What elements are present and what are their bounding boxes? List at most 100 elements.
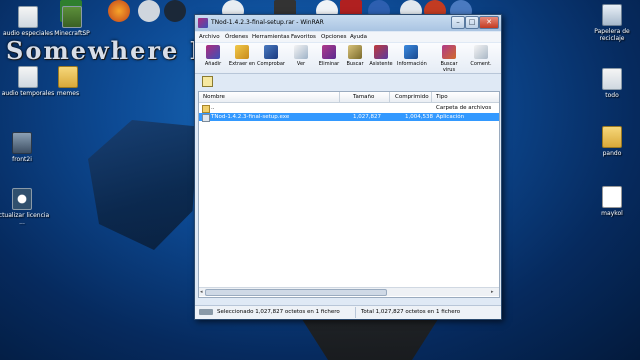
folder-icon xyxy=(202,105,210,113)
menu-archivo[interactable]: Archivo xyxy=(199,34,220,40)
menu-favoritos[interactable]: Favoritos xyxy=(291,34,316,40)
find-button[interactable]: Buscar xyxy=(341,45,369,67)
comment-icon xyxy=(474,45,488,59)
app-icon[interactable] xyxy=(138,0,160,22)
column-name[interactable]: Nombre xyxy=(203,94,225,100)
menu-herramientas[interactable]: Herramientas xyxy=(252,34,289,40)
tool-label: Información xyxy=(397,61,427,67)
delete-button[interactable]: Eliminar xyxy=(315,45,343,67)
desktop-icon-label: pando xyxy=(602,150,622,157)
tool-label: Coment. xyxy=(470,61,492,67)
extract-icon xyxy=(235,45,249,59)
menu-bar: Archivo Órdenes Herramientas Favoritos O… xyxy=(195,32,501,42)
desktop-icon-pando[interactable]: pando xyxy=(584,126,640,157)
tool-label: Eliminar xyxy=(318,61,340,67)
row-type: Aplicación xyxy=(436,114,465,120)
desktop-icon-minecraftsp[interactable]: MinecraftSP xyxy=(44,6,100,37)
find-icon xyxy=(348,45,362,59)
steam-icon[interactable] xyxy=(164,0,186,22)
row-type: Carpeta de archivos xyxy=(436,105,492,111)
title-bar[interactable]: TNod-1.4.2.3-final-setup.rar - WinRAR – … xyxy=(195,15,501,31)
column-separator[interactable] xyxy=(339,92,340,102)
wizard-button[interactable]: Asistente xyxy=(367,45,395,67)
menu-ordenes[interactable]: Órdenes xyxy=(225,34,248,40)
horizontal-scrollbar[interactable]: ◂ ▸ xyxy=(199,287,499,296)
exe-file-icon xyxy=(202,114,210,122)
desktop-icon-label: Actualizar licencia ... xyxy=(0,212,50,226)
desktop-icon-actualizar-licencia[interactable]: Actualizar licencia ... xyxy=(0,188,50,226)
column-type[interactable]: Tipo xyxy=(436,94,448,100)
row-size: 1,027,827 xyxy=(353,114,381,120)
scroll-left-icon[interactable]: ◂ xyxy=(200,289,203,295)
test-button[interactable]: Comprobar xyxy=(257,45,285,67)
computer-icon xyxy=(12,132,32,154)
column-size[interactable]: Tamaño xyxy=(353,94,374,100)
row-name: TNod-1.4.2.3-final-setup.exe xyxy=(211,114,290,120)
table-row[interactable]: .. Carpeta de archivos xyxy=(199,104,499,113)
column-separator[interactable] xyxy=(389,92,390,102)
extract-button[interactable]: Extraer en xyxy=(228,45,256,67)
table-row-selected[interactable]: TNod-1.4.2.3-final-setup.exe 1,027,827 1… xyxy=(199,113,499,122)
status-bar: Seleccionado 1,027,827 octetos en 1 fich… xyxy=(195,305,501,319)
view-icon xyxy=(294,45,308,59)
desktop-icon-maykol[interactable]: maykol xyxy=(584,186,640,217)
file-icon xyxy=(602,186,622,208)
menu-opciones[interactable]: Opciones xyxy=(321,34,346,40)
tool-label: Buscar virus xyxy=(440,61,458,73)
wizard-icon xyxy=(374,45,388,59)
desktop-icon-label: MinecraftSP xyxy=(54,30,90,37)
test-icon xyxy=(264,45,278,59)
minecraft-icon xyxy=(62,6,82,28)
status-total: Total 1,027,827 octetos en 1 fichero xyxy=(361,309,461,315)
add-button[interactable]: Añadir xyxy=(199,45,227,67)
tool-label: Ver xyxy=(296,61,306,67)
column-separator[interactable] xyxy=(431,92,432,102)
column-packed[interactable]: Comprimido xyxy=(395,94,429,100)
winrar-window: TNod-1.4.2.3-final-setup.rar - WinRAR – … xyxy=(194,14,502,320)
desktop-icon-todo[interactable]: todo xyxy=(584,68,640,99)
desktop-icon-label: front2i xyxy=(12,156,32,163)
desktop-icon-label: maykol xyxy=(601,210,623,217)
scroll-thumb[interactable] xyxy=(205,289,387,296)
file-icon xyxy=(602,68,622,90)
desktop-icon-recycle-bin[interactable]: Papelera de reciclaje xyxy=(584,4,640,42)
delete-icon xyxy=(322,45,336,59)
tool-label: Añadir xyxy=(204,61,222,67)
maximize-button[interactable]: □ xyxy=(465,16,479,29)
comment-button[interactable]: Coment. xyxy=(467,45,495,67)
menu-ayuda[interactable]: Ayuda xyxy=(350,34,367,40)
row-name: .. xyxy=(211,105,215,111)
update-icon xyxy=(12,188,32,210)
address-bar xyxy=(198,76,498,87)
tool-label: Buscar xyxy=(346,61,364,67)
firefox-icon[interactable] xyxy=(108,0,130,22)
desktop-icon-label: Papelera de reciclaje xyxy=(594,28,630,42)
add-archive-icon xyxy=(206,45,220,59)
file-list: Nombre Tamaño Comprimido Tipo .. Carpeta… xyxy=(198,91,500,298)
status-separator xyxy=(355,307,356,318)
tool-label: Asistente xyxy=(369,61,393,67)
virus-scan-button[interactable]: Buscar virus xyxy=(435,45,463,73)
desktop-icon-memes[interactable]: memes xyxy=(40,66,96,97)
desktop-icon-label: memes xyxy=(56,90,80,97)
window-title: TNod-1.4.2.3-final-setup.rar - WinRAR xyxy=(211,19,324,26)
scroll-right-icon[interactable]: ▸ xyxy=(491,289,494,295)
row-packed: 1,004,538 xyxy=(405,114,433,120)
wallpaper-creature-fin xyxy=(88,120,198,250)
file-icon xyxy=(18,6,38,28)
list-header: Nombre Tamaño Comprimido Tipo xyxy=(199,92,499,103)
desktop-icon-front2i[interactable]: front2i xyxy=(0,132,50,163)
up-folder-button[interactable] xyxy=(202,76,213,87)
file-icon xyxy=(18,66,38,88)
view-button[interactable]: Ver xyxy=(287,45,315,67)
winrar-icon xyxy=(198,18,208,28)
folder-icon xyxy=(58,66,78,88)
close-button[interactable]: ✕ xyxy=(479,16,499,29)
status-selection: Seleccionado 1,027,827 octetos en 1 fich… xyxy=(217,309,340,315)
info-button[interactable]: Información xyxy=(397,45,427,67)
minimize-button[interactable]: – xyxy=(451,16,465,29)
folder-icon xyxy=(602,126,622,148)
recycle-bin-icon xyxy=(602,4,622,26)
info-icon xyxy=(404,45,418,59)
desktop-icon-label: todo xyxy=(605,92,619,99)
